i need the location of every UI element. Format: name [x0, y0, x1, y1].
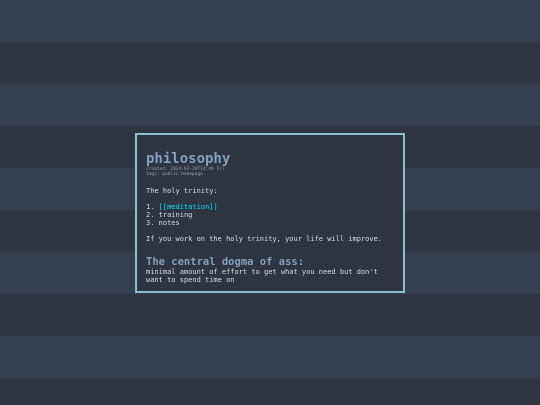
list-item-number: 2.: [146, 211, 155, 219]
list-item-number: 1.: [146, 203, 155, 211]
intro-text: The holy trinity:: [146, 187, 218, 195]
background-stripe: [0, 378, 540, 405]
note-content: philosophy created: 2024-03-29T14:49 Fri…: [146, 151, 396, 284]
numbered-list: 1. [[meditation]] 2. training 3. notes: [146, 203, 396, 227]
background-stripe: [0, 84, 540, 126]
list-item: 3. notes: [146, 219, 396, 227]
section-heading: The central dogma of ass:: [146, 256, 305, 268]
section-text: minimal amount of effort to get what you…: [146, 268, 378, 284]
background-stripe: [0, 0, 540, 42]
list-item-text: training: [158, 211, 193, 219]
list-item-number: 3.: [146, 219, 155, 227]
list-item: 2. training: [146, 211, 396, 219]
list-item-text: notes: [158, 219, 180, 227]
background-stripe: [0, 294, 540, 336]
meditation-link[interactable]: [[meditation]]: [159, 203, 218, 211]
statement-text: If you work on the holy trinity, your li…: [146, 235, 383, 243]
background-stripe: [0, 336, 540, 378]
tags-line: tags: public homepage: [146, 172, 203, 177]
background-stripe: [0, 42, 540, 84]
list-item: 1. [[meditation]]: [146, 203, 396, 211]
note-panel: philosophy created: 2024-03-29T14:49 Fri…: [135, 133, 405, 293]
note-title: philosophy: [146, 151, 231, 167]
